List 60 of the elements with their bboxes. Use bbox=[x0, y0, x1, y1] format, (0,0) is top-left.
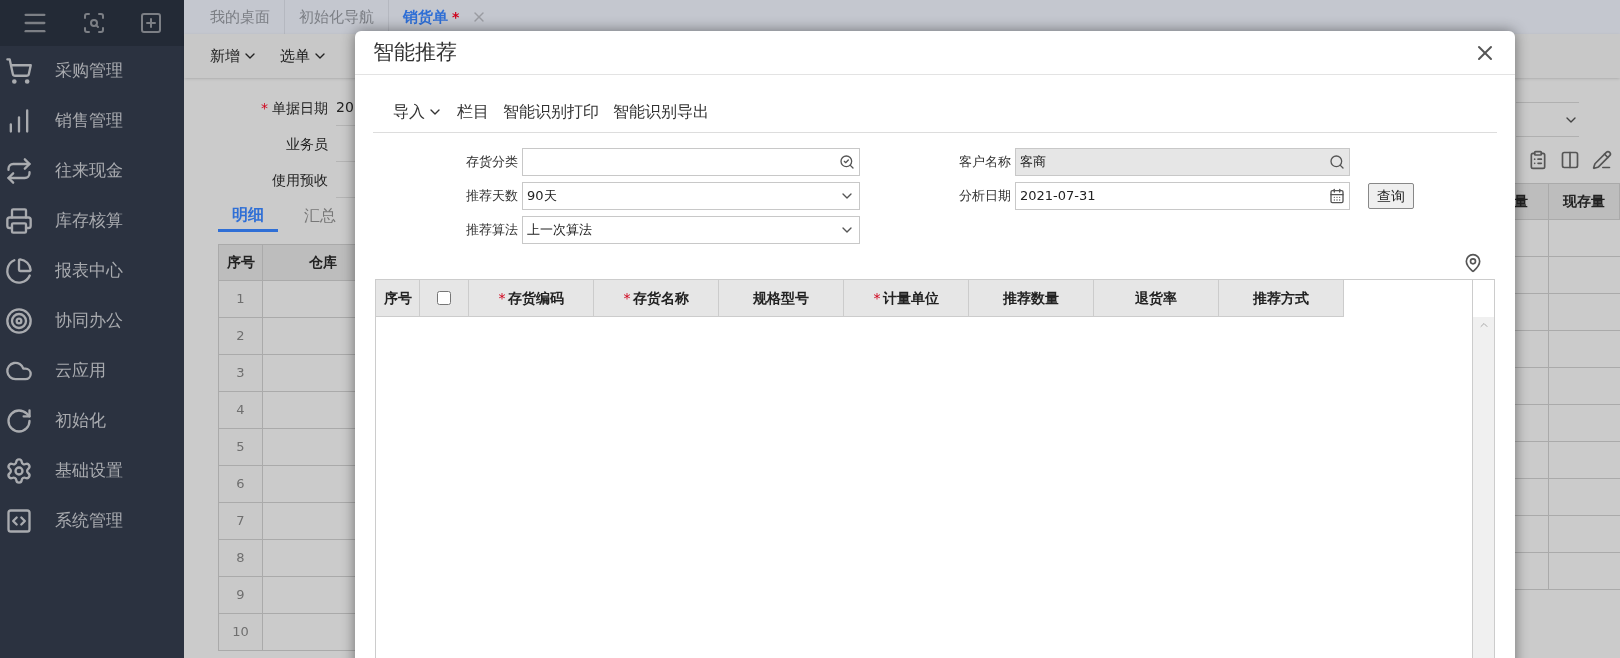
column-header: 退货率 bbox=[1094, 280, 1219, 317]
column-header: *计量单位 bbox=[844, 280, 969, 317]
input-field[interactable]: 2021-07-31 bbox=[1015, 182, 1350, 210]
toolbar-button[interactable]: 栏目 bbox=[457, 100, 489, 124]
search-icon[interactable] bbox=[839, 154, 855, 170]
columns-icon[interactable] bbox=[1560, 150, 1580, 170]
clipboard-icon[interactable] bbox=[1528, 150, 1548, 170]
column-header: 规格型号 bbox=[719, 280, 844, 317]
field-label: * 单据日期 bbox=[260, 98, 329, 118]
calendar-icon[interactable] bbox=[1329, 188, 1345, 204]
toolbar-button[interactable]: 智能识别导出 bbox=[613, 100, 709, 124]
edit-icon[interactable] bbox=[1592, 150, 1612, 170]
printer-icon bbox=[5, 207, 33, 235]
input-field[interactable]: 90天 bbox=[522, 182, 860, 210]
cart-icon bbox=[5, 57, 33, 85]
sidebar-item[interactable]: 库存核算 bbox=[0, 196, 184, 246]
sidebar-item[interactable]: 协同办公 bbox=[0, 296, 184, 346]
toolbar-button[interactable]: 导入 bbox=[393, 100, 443, 124]
location-pin-icon[interactable] bbox=[1463, 253, 1483, 273]
field-label: 客户名称 bbox=[958, 153, 1012, 172]
sidebar-item[interactable]: 销售管理 bbox=[0, 96, 184, 146]
code-icon bbox=[5, 507, 33, 535]
sidebar-item[interactable]: 初始化 bbox=[0, 396, 184, 446]
column-header: 序号 bbox=[219, 245, 263, 280]
dialog-title: 智能推荐 bbox=[373, 38, 457, 66]
field-label: 推荐算法 bbox=[465, 221, 519, 240]
select-all-checkbox[interactable] bbox=[437, 291, 451, 305]
query-button[interactable]: 查询 bbox=[1368, 183, 1414, 209]
column-header: 推荐数量 bbox=[969, 280, 1094, 317]
sidebar-item[interactable]: 采购管理 bbox=[0, 46, 184, 96]
repeat-icon bbox=[5, 157, 33, 185]
toolbar-button[interactable]: 新增 bbox=[210, 44, 258, 68]
column-header: 现存量 bbox=[1549, 184, 1620, 219]
input-field[interactable]: 上一次算法 bbox=[522, 216, 860, 244]
field-label: 业务员 bbox=[285, 134, 329, 154]
column-header: *存货编码 bbox=[469, 280, 594, 317]
sidebar-item[interactable]: 报表中心 bbox=[0, 246, 184, 296]
target-icon bbox=[5, 307, 33, 335]
add-icon[interactable] bbox=[139, 11, 164, 35]
column-header: 序号 bbox=[376, 280, 420, 317]
column-header: *存货名称 bbox=[594, 280, 719, 317]
refresh-icon bbox=[5, 407, 33, 435]
sidebar-item[interactable]: 往来现金 bbox=[0, 146, 184, 196]
sidebar-item[interactable]: 基础设置 bbox=[0, 446, 184, 496]
pie-chart-icon bbox=[5, 257, 33, 285]
column-header: 推荐方式 bbox=[1219, 280, 1344, 317]
sidebar-item[interactable]: 系统管理 bbox=[0, 496, 184, 546]
sidebar-item[interactable]: 云应用 bbox=[0, 346, 184, 396]
field-label: 使用预收 bbox=[271, 170, 329, 190]
settings-icon bbox=[5, 457, 33, 485]
toolbar-button[interactable]: 选单 bbox=[280, 44, 328, 68]
tab[interactable]: 明细 bbox=[218, 200, 278, 232]
scrollbar[interactable] bbox=[1473, 317, 1494, 658]
toolbar-button[interactable]: 智能识别打印 bbox=[503, 100, 599, 124]
field-label: 推荐天数 bbox=[465, 187, 519, 206]
input-field[interactable] bbox=[522, 148, 860, 176]
field-label: 存货分类 bbox=[465, 153, 519, 172]
unsaved-mark: * bbox=[452, 7, 460, 27]
search-icon[interactable] bbox=[82, 11, 106, 35]
field-label: 分析日期 bbox=[958, 187, 1012, 206]
